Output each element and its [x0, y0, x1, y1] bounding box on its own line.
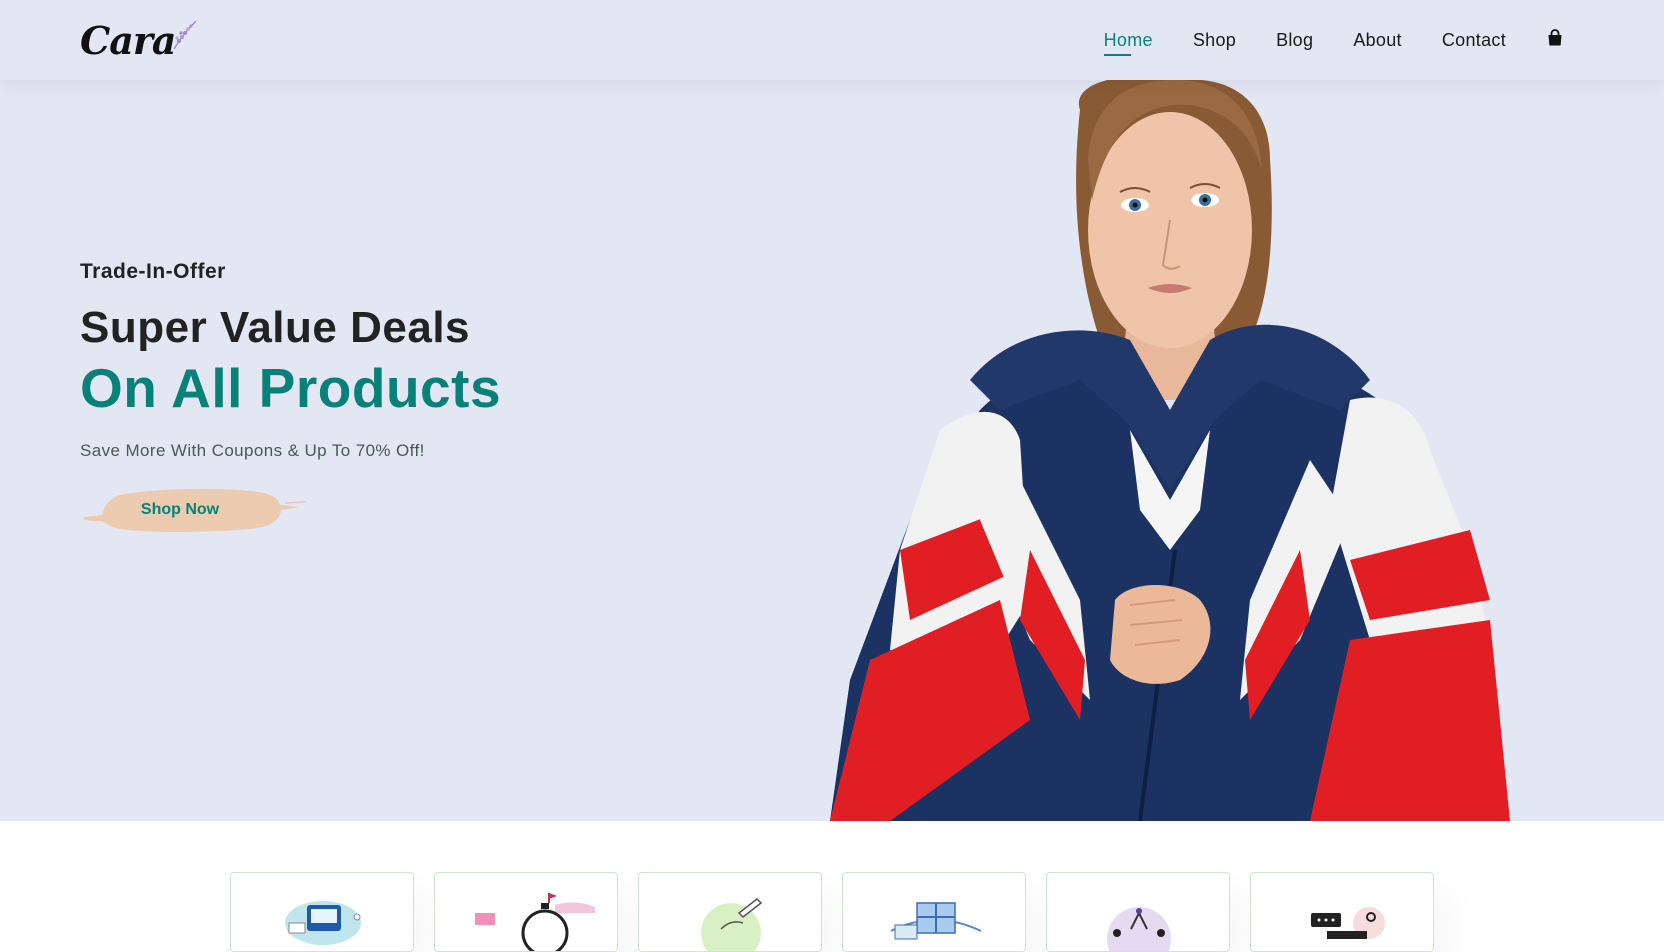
- brand-logo-text: Cara: [80, 18, 177, 63]
- hero-eyebrow: Trade-In-Offer: [80, 260, 226, 283]
- nav-item-home[interactable]: Home: [1104, 30, 1153, 50]
- nav-item-contact[interactable]: Contact: [1442, 30, 1506, 50]
- chat-support-illustration-icon: [1311, 907, 1385, 939]
- nav-item-about[interactable]: About: [1353, 30, 1402, 50]
- hero-section: Trade-In-Offer Super Value Deals On All …: [0, 80, 1664, 821]
- feature-card[interactable]: [638, 872, 822, 952]
- payments-illustration-icon: [285, 901, 361, 945]
- feature-card[interactable]: [842, 872, 1026, 952]
- site-header: Cara Home Shop Blog About Contact: [0, 0, 1664, 80]
- main-navigation: Home Shop Blog About Contact: [1084, 28, 1584, 52]
- feature-card[interactable]: [1046, 872, 1230, 952]
- cart-link[interactable]: [1546, 28, 1564, 51]
- hero-model-image: [830, 80, 1510, 821]
- green-circle-illustration-icon: [701, 898, 763, 951]
- feature-card[interactable]: [230, 872, 414, 952]
- hero-highlight: On All Products: [80, 357, 502, 420]
- people-illustration-icon: [1107, 907, 1171, 951]
- shop-now-button[interactable]: Shop Now: [80, 481, 310, 539]
- hero-headline: Super Value Deals: [80, 303, 471, 352]
- hero-subtext: Save More With Coupons & Up To 70% Off!: [80, 440, 425, 460]
- nav-item-shop[interactable]: Shop: [1193, 30, 1236, 50]
- brand-logo[interactable]: Cara: [80, 17, 198, 63]
- feature-card[interactable]: [434, 872, 618, 952]
- shop-now-label: Shop Now: [140, 500, 220, 518]
- lavender-sprig-icon: [173, 20, 196, 50]
- feature-card[interactable]: [1250, 872, 1434, 952]
- nav-item-blog[interactable]: Blog: [1276, 30, 1313, 50]
- stopwatch-illustration-icon: [475, 893, 595, 951]
- features-section: [0, 821, 1664, 952]
- gift-illustration-icon: [890, 902, 982, 940]
- hero-text: Trade-In-Offer Super Value Deals On All …: [80, 260, 501, 539]
- shopping-bag-icon: [1548, 28, 1562, 45]
